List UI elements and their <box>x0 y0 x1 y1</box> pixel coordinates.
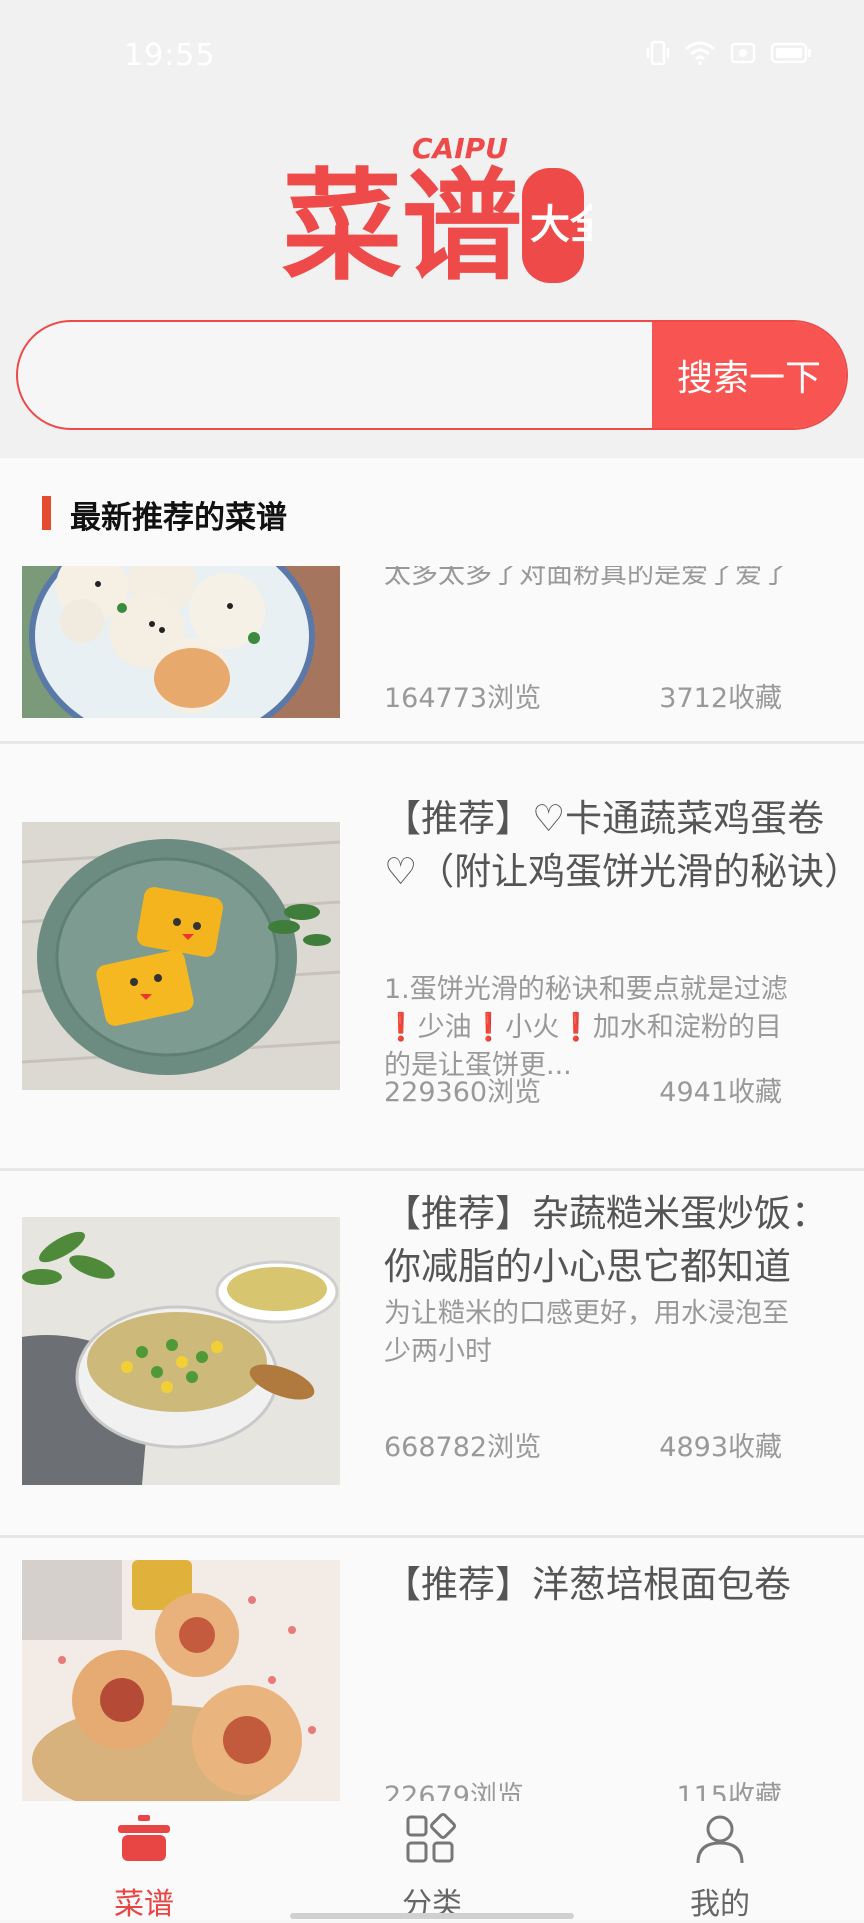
screen-record-icon <box>730 42 756 64</box>
recipe-description: 1.蛋饼光滑的秘诀和要点就是过滤❗少油❗小火❗加水和淀粉的目的是让蛋饼更... <box>384 974 788 1081</box>
recipe-item[interactable]: 【推荐】♡卡通蔬菜鸡蛋卷♡（附让鸡蛋饼光滑的秘诀） 1.蛋饼光滑的秘诀和要点就是… <box>0 744 864 1132</box>
category-icon <box>406 1813 456 1863</box>
recipe-favorites: 3712收藏 <box>659 683 782 714</box>
recipe-favorites: 4941收藏 <box>659 1077 782 1108</box>
section-title: 最新推荐的菜谱 <box>70 500 287 536</box>
recipe-item[interactable]: 【推荐】洋葱培根面包卷 22679浏览 115收藏 <box>0 1538 864 1801</box>
tab-label: 菜谱 <box>114 1887 174 1922</box>
recipe-title: 【推荐】杂蔬糙米蛋炒饭：你减脂的小心思它都知道 <box>384 1192 828 1288</box>
home-indicator[interactable] <box>290 1913 574 1919</box>
tab-mine[interactable]: 我的 <box>620 1809 820 1922</box>
recipe-item[interactable]: 【推荐】杂蔬糙米蛋炒饭：你减脂的小心思它都知道 为让糙米的口感更好，用水浸泡至少… <box>0 1171 864 1537</box>
battery-icon <box>770 42 812 64</box>
recipe-title: 【推荐】洋葱培根面包卷 <box>384 1563 791 1606</box>
tab-recipes[interactable]: 菜谱 <box>44 1809 244 1922</box>
recipe-title: 【推荐】♡卡通蔬菜鸡蛋卷♡（附让鸡蛋饼光滑的秘诀） <box>384 797 862 893</box>
wifi-icon <box>684 40 716 66</box>
recipe-views: 22679浏览 <box>384 1781 524 1801</box>
section-header: 最新推荐的菜谱 <box>0 458 864 566</box>
recipe-favorites: 115收藏 <box>676 1781 782 1801</box>
svg-text:大全: 大全 <box>530 202 592 248</box>
recipe-views: 229360浏览 <box>384 1077 542 1108</box>
search-bar: 搜索一下 <box>16 320 848 430</box>
status-bar: 19:55 <box>0 0 864 110</box>
app-logo: 菜谱 CAIPU 大全 <box>272 118 611 297</box>
status-icons <box>646 40 812 66</box>
recipe-thumbnail <box>22 566 340 718</box>
recipe-thumbnail <box>22 1217 340 1485</box>
recipe-favorites: 4893收藏 <box>659 1432 782 1463</box>
search-button[interactable]: 搜索一下 <box>652 322 846 428</box>
search-input[interactable] <box>18 322 656 428</box>
recipe-list[interactable]: 太多太多了对面粉真的是爱了爱了 164773浏览 3712收藏 【推荐】♡卡通蔬… <box>0 566 864 1801</box>
tab-label: 我的 <box>690 1887 750 1922</box>
user-icon <box>696 1815 744 1864</box>
svg-text:菜谱: 菜谱 <box>282 158 522 293</box>
recipe-description: 为让糙米的口感更好，用水浸泡至少两小时 <box>384 1298 789 1367</box>
status-time: 19:55 <box>124 38 216 73</box>
vibrate-icon <box>646 40 670 66</box>
recipe-thumbnail <box>22 822 340 1090</box>
section-accent-bar <box>42 496 51 530</box>
bottom-tab-bar: 菜谱 分类 我的 <box>0 1801 864 1922</box>
pot-icon <box>118 1815 170 1861</box>
recipe-views: 164773浏览 <box>384 683 542 714</box>
svg-text:CAIPU: CAIPU <box>412 132 508 165</box>
recipe-thumbnail <box>22 1560 340 1801</box>
recipe-views: 668782浏览 <box>384 1432 542 1463</box>
recipe-description: 太多太多了对面粉真的是爱了爱了 <box>384 566 789 590</box>
tab-category[interactable]: 分类 <box>332 1809 532 1922</box>
